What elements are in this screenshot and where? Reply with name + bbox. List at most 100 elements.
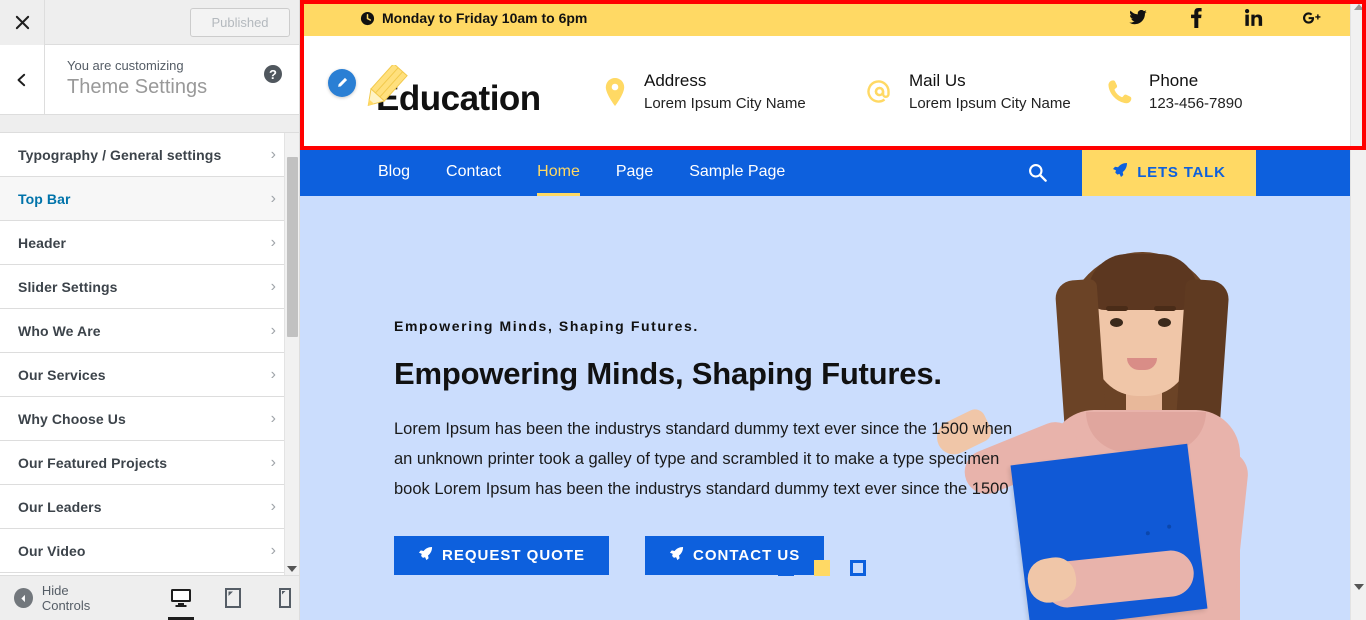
slider-pagination	[778, 560, 866, 576]
at-sign-icon	[865, 79, 895, 105]
nav-item-contact[interactable]: Contact	[428, 148, 519, 196]
eye-left	[1110, 318, 1123, 327]
site-topbar: Monday to Friday 10am to 6pm	[300, 0, 1366, 36]
sidebar-item-our-video[interactable]: Our Video ›	[0, 529, 300, 573]
linkedin-icon[interactable]	[1244, 8, 1264, 28]
customizer-footer: Hide Controls	[0, 575, 300, 620]
panel-label: Typography / General settings	[18, 146, 222, 163]
publish-button[interactable]: Published	[190, 8, 290, 37]
panel-label: Our Leaders	[18, 498, 102, 515]
device-tablet-button[interactable]	[218, 576, 248, 620]
scroll-down-arrow-icon[interactable]	[1354, 584, 1364, 590]
contact-label: Mail Us	[909, 70, 966, 90]
panel-label: Top Bar	[18, 190, 71, 207]
contact-text: Mail Us Lorem Ipsum City Name	[909, 69, 1071, 115]
panel-label: Header	[18, 234, 67, 251]
nav-item-page[interactable]: Page	[598, 148, 671, 196]
panel-label: Slider Settings	[18, 278, 118, 295]
slider-dot-1[interactable]	[778, 560, 794, 576]
nav-item-blog[interactable]: Blog	[360, 148, 428, 196]
contact-text: Address Lorem Ipsum City Name	[644, 69, 806, 115]
panel-label: Our Featured Projects	[18, 454, 168, 471]
customizing-info: You are customizing Theme Settings	[45, 45, 300, 114]
chevron-right-icon: ›	[270, 277, 276, 295]
map-pin-icon	[600, 77, 630, 106]
header-contacts: Address Lorem Ipsum City Name Mail Us Lo…	[600, 69, 1366, 115]
sidebar-item-top-bar[interactable]: Top Bar ›	[0, 177, 300, 221]
close-icon[interactable]	[0, 0, 45, 45]
device-mobile-button[interactable]	[270, 576, 300, 620]
site-logo[interactable]: Education	[300, 62, 600, 119]
chevron-right-icon: ›	[270, 189, 276, 207]
sidebar-item-typography-general-settings[interactable]: Typography / General settings ›	[0, 133, 300, 177]
panel-label: Our Video	[18, 542, 86, 559]
contact-mail: Mail Us Lorem Ipsum City Name	[865, 69, 1105, 115]
contact-text: Phone 123-456-7890	[1149, 69, 1242, 115]
chevron-right-icon: ›	[270, 541, 276, 559]
hair-front	[1088, 254, 1198, 310]
contact-value: 123-456-7890	[1149, 95, 1243, 113]
chevron-right-icon: ›	[270, 145, 276, 163]
sidebar-item-our-leaders[interactable]: Our Leaders ›	[0, 485, 300, 529]
collapse-arrow-icon	[14, 588, 33, 608]
phone-icon	[1105, 79, 1135, 105]
sidebar-item-our-services[interactable]: Our Services ›	[0, 353, 300, 397]
scroll-up-arrow-icon[interactable]	[1354, 4, 1364, 10]
back-icon[interactable]	[0, 45, 45, 114]
chevron-right-icon: ›	[270, 409, 276, 427]
clock-icon	[360, 11, 375, 26]
sidebar-scrollbar-thumb[interactable]	[287, 157, 298, 337]
brow-right	[1154, 306, 1176, 311]
sidebar-item-our-featured-projects[interactable]: Our Featured Projects ›	[0, 441, 300, 485]
device-desktop-button[interactable]	[166, 576, 196, 620]
rocket-icon	[669, 546, 684, 565]
nav-item-sample-page[interactable]: Sample Page	[671, 148, 803, 196]
lets-talk-button[interactable]: LETS TALK	[1082, 148, 1256, 196]
eye-right	[1158, 318, 1171, 327]
customizer-header: You are customizing Theme Settings ?	[0, 45, 300, 115]
rocket-icon	[1112, 162, 1128, 182]
panel-label: Why Choose Us	[18, 410, 126, 427]
nav-links: Blog Contact Home Page Sample Page	[300, 148, 803, 196]
sidebar-item-header[interactable]: Header ›	[0, 221, 300, 265]
site-navigation: Blog Contact Home Page Sample Page LETS …	[300, 148, 1366, 196]
nav-item-home[interactable]: Home	[519, 148, 598, 196]
hero-slider: Empowering Minds, Shaping Futures. Empow…	[300, 196, 1366, 620]
contact-phone: Phone 123-456-7890	[1105, 69, 1345, 115]
preview-scrollbar[interactable]	[1350, 0, 1366, 620]
hero-title: Empowering Minds, Shaping Futures.	[394, 356, 942, 391]
google-plus-icon[interactable]	[1302, 8, 1322, 28]
chevron-right-icon: ›	[270, 497, 276, 515]
sidebar-scrollbar[interactable]	[284, 133, 300, 576]
hero-student-image	[931, 240, 1308, 620]
customizer-screen: Published You are customizing Theme Sett…	[0, 0, 1366, 620]
hero-content: Empowering Minds, Shaping Futures. Empow…	[394, 318, 1044, 575]
hero-subtitle: Empowering Minds, Shaping Futures.	[394, 318, 699, 334]
facebook-icon[interactable]	[1186, 8, 1206, 28]
twitter-icon[interactable]	[1128, 8, 1148, 28]
sidebar-item-why-choose-us[interactable]: Why Choose Us ›	[0, 397, 300, 441]
help-icon[interactable]: ?	[264, 65, 282, 83]
nav-right-group: LETS TALK	[992, 148, 1366, 196]
hide-controls-label: Hide Controls	[41, 583, 91, 613]
chevron-right-icon: ›	[270, 233, 276, 251]
rocket-icon	[418, 546, 433, 565]
request-quote-button[interactable]: REQUEST QUOTE	[394, 536, 610, 575]
contact-value: Lorem Ipsum City Name	[644, 95, 806, 113]
pencil-icon	[352, 62, 414, 118]
scroll-down-arrow-icon[interactable]	[287, 566, 297, 572]
device-preview-switcher	[166, 576, 300, 620]
hide-controls-button[interactable]: Hide Controls	[0, 583, 116, 613]
hero-paragraph: Lorem Ipsum has been the industrys stand…	[394, 420, 1013, 498]
sidebar-item-who-we-are[interactable]: Who We Are ›	[0, 309, 300, 353]
search-icon[interactable]	[992, 148, 1082, 196]
site-header: Education Address Lorem Ipsum City Name	[300, 36, 1366, 148]
slider-dot-3[interactable]	[850, 560, 866, 576]
sidebar-item-slider-settings[interactable]: Slider Settings ›	[0, 265, 300, 309]
brow-left	[1106, 306, 1128, 311]
slider-dot-2[interactable]	[814, 560, 830, 576]
contact-label: Address	[644, 70, 707, 90]
contact-address: Address Lorem Ipsum City Name	[600, 69, 865, 115]
contact-label: Phone	[1149, 70, 1199, 90]
request-quote-label: REQUEST QUOTE	[442, 547, 586, 564]
